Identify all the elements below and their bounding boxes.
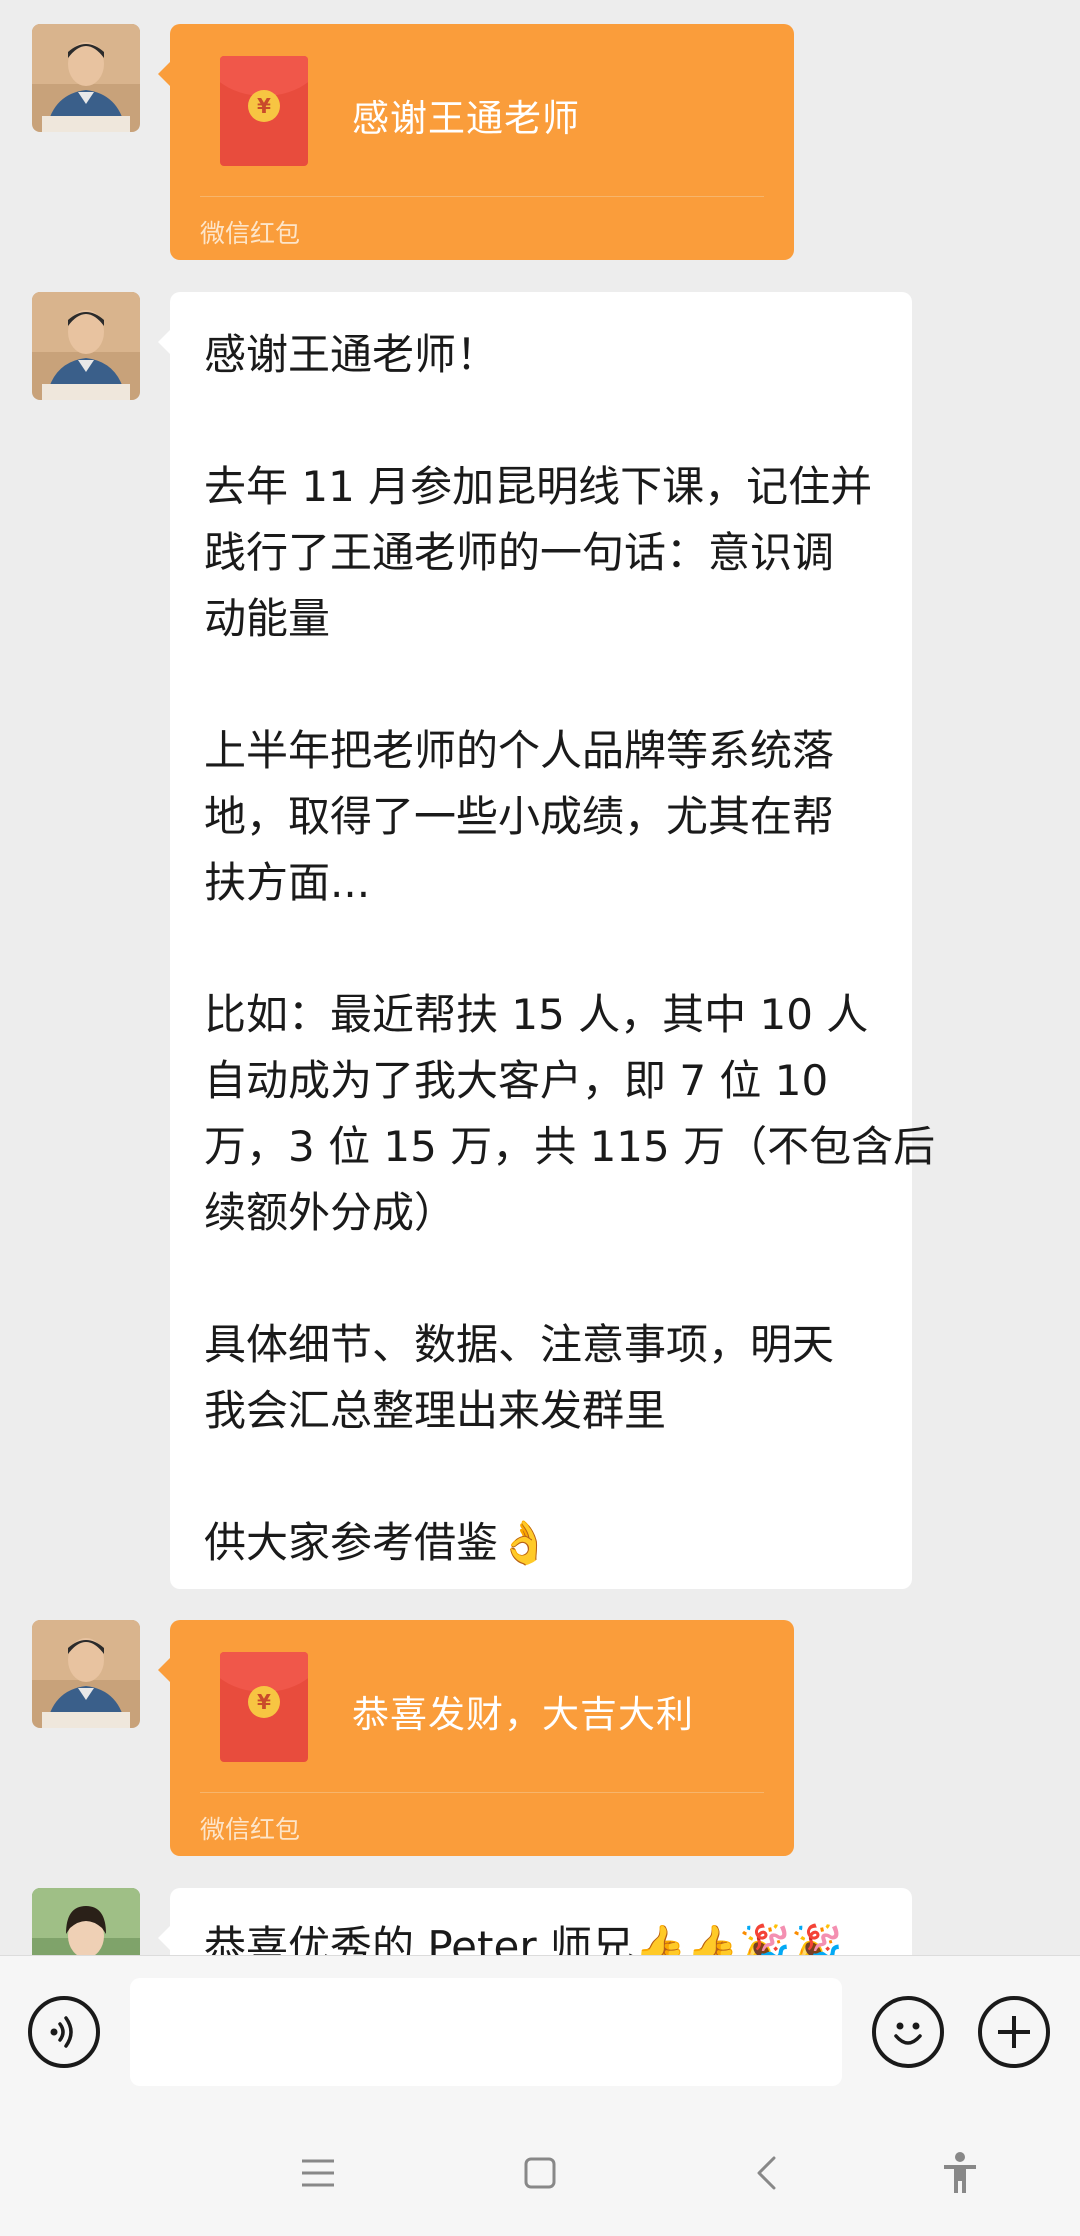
message-line: 供大家参考借鉴👌 (204, 1518, 551, 1567)
message-line: 去年 11 月参加昆明线下课，记住并 (204, 462, 873, 511)
divider (200, 1792, 764, 1793)
message-line: 我会汇总整理出来发群里 (204, 1386, 667, 1435)
message-line: 具体细节、数据、注意事项，明天 (204, 1320, 835, 1369)
sender-avatar[interactable] (32, 24, 140, 132)
system-nav-bar (0, 2107, 1080, 2236)
menu-icon[interactable] (288, 2143, 348, 2203)
message-input[interactable] (130, 1978, 842, 2086)
message-line: 上半年把老师的个人品牌等系统落 (204, 726, 835, 775)
sender-avatar[interactable] (32, 1888, 140, 1955)
message-line: 动能量 (204, 594, 331, 643)
input-bar (0, 1955, 1080, 2107)
accessibility-icon[interactable] (930, 2143, 990, 2203)
message-line (204, 388, 878, 454)
red-packet-message[interactable]: ¥ 感谢王通老师 微信红包 (158, 24, 794, 260)
sender-avatar[interactable] (32, 292, 140, 400)
chat-area[interactable]: ¥ 感谢王通老师 微信红包 感谢王通老师！ 去年 11 月参加昆明线下课，记住并… (0, 0, 1080, 1955)
message-line: 比如：最近帮扶 15 人，其中 10 人 (204, 990, 869, 1039)
red-packet-title: 恭喜发财，大吉大利 (352, 1693, 694, 1736)
message-line: 自动成为了我大客户，即 7 位 10 (204, 1056, 829, 1105)
message-line: 续额外分成） (204, 1188, 457, 1237)
message-line: 扶方面... (204, 858, 371, 907)
text-message[interactable]: 感谢王通老师！ 去年 11 月参加昆明线下课，记住并 践行了王通老师的一句话：意… (158, 292, 936, 1589)
sender-avatar[interactable] (32, 1620, 140, 1728)
red-packet-title: 感谢王通老师 (352, 97, 580, 140)
message-line: 践行了王通老师的一句话：意识调 (204, 528, 835, 577)
message-line (204, 1246, 878, 1312)
message-line: 地，取得了一些小成绩，尤其在帮 (204, 792, 835, 841)
plus-icon[interactable] (978, 1996, 1050, 2068)
text-message[interactable]: 恭喜优秀的 Peter 师兄👍👍🎉🎉 (158, 1888, 912, 1955)
message-line: 万，3 位 15 万，共 115 万（不包含后 (204, 1122, 936, 1171)
message-line: 恭喜优秀的 Peter 师兄👍👍🎉🎉 (204, 1922, 844, 1955)
message-line: 感谢王通老师！ (204, 330, 499, 379)
emoji-icon[interactable] (872, 1996, 944, 2068)
red-packet-message[interactable]: ¥ 恭喜发财，大吉大利 微信红包 (158, 1620, 794, 1856)
message-line (204, 916, 878, 982)
message-line (204, 1444, 878, 1510)
red-packet-label: 微信红包 (200, 1815, 301, 1844)
red-envelope-icon: ¥ (220, 56, 308, 166)
voice-icon[interactable] (28, 1996, 100, 2068)
divider (200, 196, 764, 197)
red-envelope-icon: ¥ (220, 1652, 308, 1762)
home-icon[interactable] (510, 2143, 570, 2203)
message-line (204, 652, 878, 718)
red-packet-label: 微信红包 (200, 219, 301, 248)
back-icon[interactable] (736, 2143, 796, 2203)
